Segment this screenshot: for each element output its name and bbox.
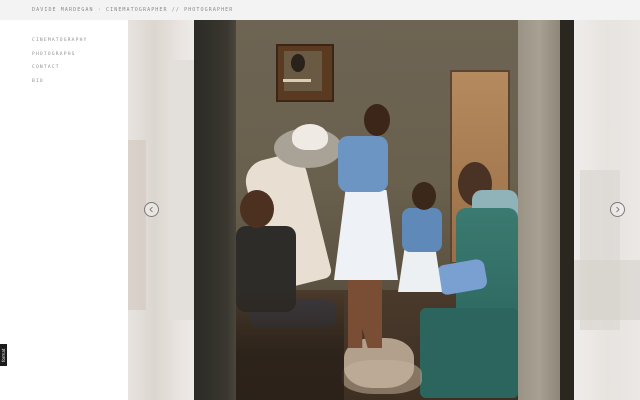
preview-shape [168,60,194,320]
sidebar: CINEMATOGRAPHY PHOTOGRAPHS CONTACT BIO [0,20,128,400]
previous-slide-preview[interactable] [128,20,194,400]
image-carousel[interactable] [128,20,640,400]
photo-pillar [518,20,560,400]
photo-hat-crown [292,124,328,150]
photo-small-girl-head [412,182,436,210]
photo-girl-legs [348,278,382,348]
photo-girl-head [364,104,390,136]
photo-small-girl-top [402,208,442,252]
photo-wall-portrait [276,44,334,102]
nav-item-contact[interactable]: CONTACT [32,65,88,79]
featured-photograph[interactable] [194,20,574,400]
site-title[interactable]: DAVIDE MARDEGAN · CINEMATOGRAPHER // PHO… [32,7,233,13]
chevron-right-icon [616,206,620,213]
nav-item-cinematography[interactable]: CINEMATOGRAPHY [32,38,88,52]
chevron-left-icon [149,206,153,213]
photo-small-girl-skirt [398,248,442,292]
photo-boy-head [240,190,274,228]
main-nav: CINEMATOGRAPHY PHOTOGRAPHS CONTACT BIO [32,38,88,92]
next-slide-preview[interactable] [574,20,640,400]
previous-button[interactable] [144,202,159,217]
nav-item-bio[interactable]: BIO [32,79,88,93]
format-badge[interactable]: format [0,344,7,366]
portrait-figure [291,54,305,72]
preview-shape [574,260,640,320]
photo-girl-top [338,136,388,192]
photo-pillar-edge [560,20,574,400]
portrait-caption-strip [283,79,311,82]
top-bar: DAVIDE MARDEGAN · CINEMATOGRAPHER // PHO… [0,0,640,20]
nav-item-photographs[interactable]: PHOTOGRAPHS [32,52,88,66]
preview-shape [128,140,146,310]
photo-armchair-base [420,308,518,398]
photo-doorframe [194,20,236,400]
next-button[interactable] [610,202,625,217]
